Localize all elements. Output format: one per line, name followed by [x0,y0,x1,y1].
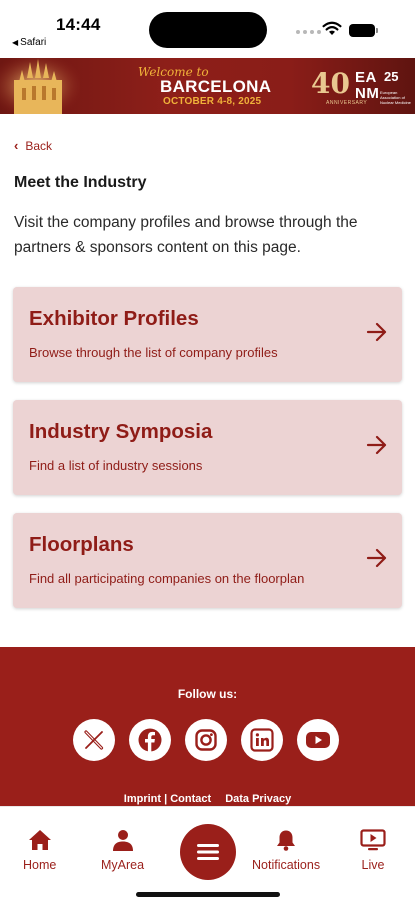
instagram-social-button[interactable] [185,719,227,761]
legal-links: Imprint | Contact Data Privacy [0,793,415,805]
back-to-app-label: Safari [20,37,47,48]
tab-live-label: Live [361,858,385,872]
linkedin-social-button[interactable] [241,719,283,761]
card-title: Floorplans [29,533,134,556]
x-social-button[interactable] [73,719,115,761]
card-floorplans[interactable]: Floorplans Find all participating compan… [13,513,402,608]
card-description: Find a list of industry sessions [29,458,203,473]
facebook-icon [138,728,162,752]
eanm-logo-year: 25 [384,69,399,84]
arrow-right-icon [366,548,387,568]
dynamic-island [149,12,267,48]
hamburger-menu-icon [197,844,219,860]
home-indicator [136,892,280,897]
main-menu-button[interactable] [180,824,236,880]
card-title: Industry Symposia [29,420,213,443]
card-title: Exhibitor Profiles [29,307,199,330]
live-screen-icon [360,829,386,851]
social-links [73,719,339,761]
arrow-right-icon [366,435,387,455]
youtube-icon [306,732,330,748]
linkedin-icon [250,728,274,752]
data-privacy-link[interactable]: Data Privacy [225,793,291,805]
instagram-icon [195,729,217,751]
status-bar: 14:44 ◀ Safari [0,0,415,58]
youtube-social-button[interactable] [297,719,339,761]
imprint-contact-link[interactable]: Imprint | Contact [124,793,211,805]
home-icon [28,830,51,850]
chevron-left-icon: ‹ [14,138,19,153]
signal-icon [296,30,321,34]
tab-notifications-label: Notifications [252,858,321,872]
tab-myarea[interactable]: MyArea [101,829,144,872]
banner-dates-text: OCTOBER 4-8, 2025 [163,96,262,107]
wifi-icon [322,21,342,35]
tab-notifications[interactable]: Notifications [252,829,320,872]
back-button[interactable]: ‹ Back [14,139,52,153]
eanm-logo-subtitle: European Association of Nuclear Medicine [380,90,411,105]
cathedral-illustration-icon [0,58,80,114]
card-description: Browse through the list of company profi… [29,345,278,360]
card-description: Find all participating companies on the … [29,571,305,586]
follow-us-label: Follow us: [177,687,238,701]
bell-icon [277,830,296,851]
x-icon [84,730,104,750]
status-time: 14:44 [56,15,101,34]
footer: Follow us: Imprint | Contact Data Privac… [0,647,415,807]
back-to-app-link[interactable]: ◀ Safari [12,37,46,48]
eanm-logo-top: EA [355,69,377,86]
card-industry-symposia[interactable]: Industry Symposia Find a list of industr… [13,400,402,495]
eanm-logo-bottom: NM [355,85,380,102]
page-intro: Visit the company profiles and browse th… [14,214,358,256]
back-label: Back [25,139,53,153]
bottom-tab-bar: Home MyArea Notifications Live [0,806,415,900]
event-banner[interactable]: Welcome to BARCELONA OCTOBER 4-8, 2025 4… [0,58,415,114]
tab-myarea-label: MyArea [101,858,145,872]
banner-city-text: BARCELONA [160,77,272,96]
tab-home[interactable]: Home [23,829,56,872]
user-icon [112,830,133,851]
tab-live[interactable]: Live [360,829,386,872]
page-title: Meet the Industry [14,174,147,191]
facebook-social-button[interactable] [129,719,171,761]
anniversary-logo-number: 40 [311,67,350,100]
arrow-right-icon [366,322,387,342]
card-exhibitor-profiles[interactable]: Exhibitor Profiles Browse through the li… [13,287,402,382]
battery-icon [349,24,378,37]
tab-home-label: Home [23,858,57,872]
